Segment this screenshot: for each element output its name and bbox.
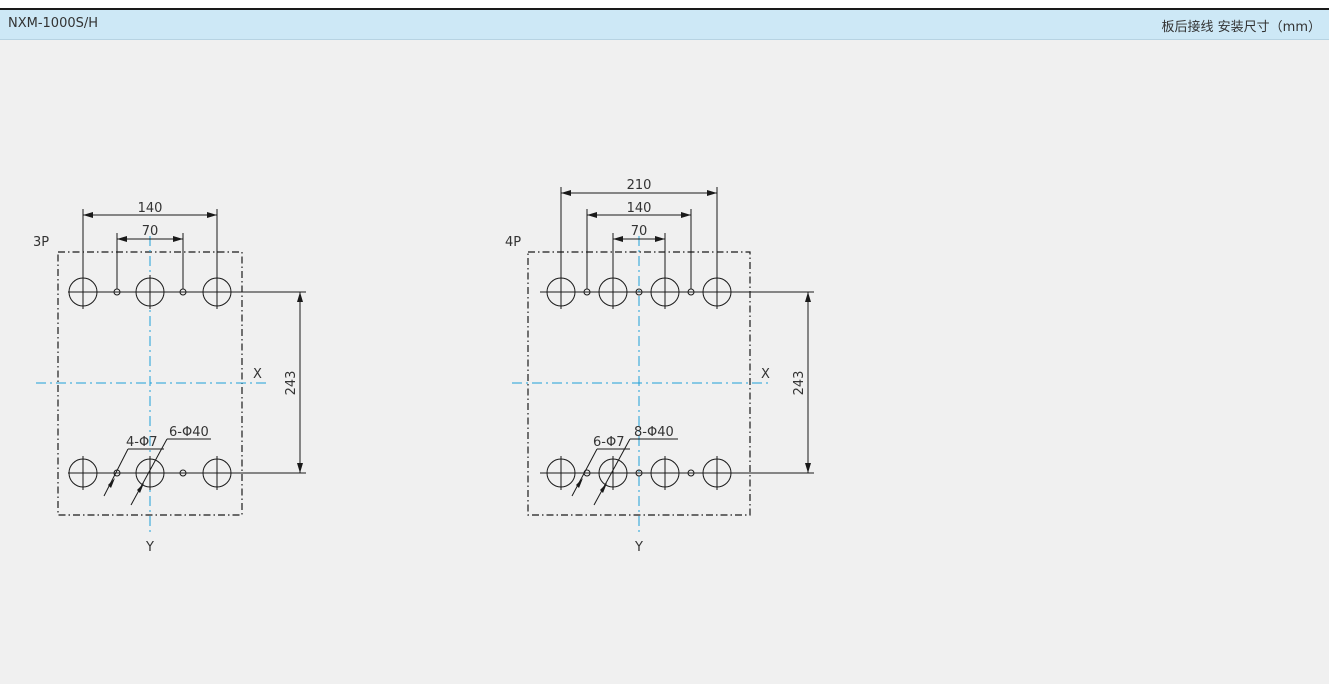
dim-140-4p-label: 140 [627,201,652,216]
pole-label-4p: 4P [505,235,521,250]
axis-x-label-4p: X [761,367,770,382]
drawing-description: 板后接线 安装尺寸（mm） [1161,20,1321,35]
bottom-row-3p [68,456,232,490]
dim-70-label: 70 [142,224,159,239]
large-hole-callout-4p: 8-Φ40 [634,425,674,440]
drawing-4p: 210 140 70 243 6-Φ7 8-Φ40 4P X Y [505,178,814,555]
pole-label-3p: 3P [33,235,49,250]
top-row-4p [540,275,740,309]
bottom-row-4p [540,456,740,490]
drawing-3p: 140 70 243 4-Φ7 6-Φ40 3P X Y [33,201,306,555]
dim-243-label: 243 [284,371,299,396]
dim-210-label: 210 [627,178,652,193]
small-hole-callout-3p: 4-Φ7 [126,435,157,450]
dim-70-4p-label: 70 [631,224,648,239]
top-row-3p [68,275,232,309]
drawing-panel: 140 70 243 4-Φ7 6-Φ40 3P X Y 210 140 70 … [0,40,1329,684]
dim-140-label: 140 [138,201,163,216]
mounting-drawings: 140 70 243 4-Φ7 6-Φ40 3P X Y 210 140 70 … [33,178,814,555]
dim-243-4p-label: 243 [792,371,807,396]
small-hole-callout-4p: 6-Φ7 [593,435,624,450]
leaders-4p [571,438,678,506]
header-bar: NXM-1000S/H 板后接线 安装尺寸（mm） [0,10,1329,40]
axis-y-label-3p: Y [145,540,154,555]
axis-x-label-3p: X [253,367,262,382]
axis-y-label-4p: Y [634,540,643,555]
page-frame: NXM-1000S/H 板后接线 安装尺寸（mm） 140 70 243 4-Φ… [0,0,1329,684]
model-name: NXM-1000S/H [8,16,99,31]
large-hole-callout-3p: 6-Φ40 [169,425,209,440]
